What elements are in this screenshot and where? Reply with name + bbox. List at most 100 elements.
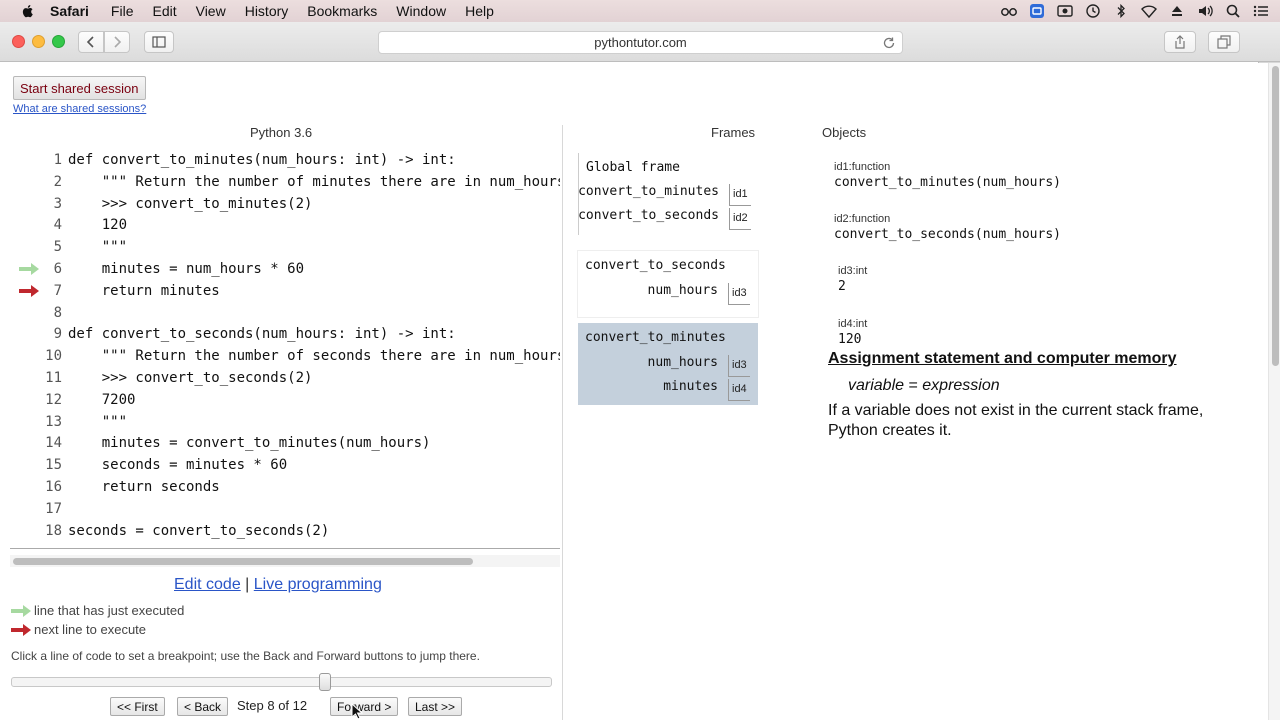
- code-line[interactable]: 16 return seconds: [10, 476, 560, 498]
- light-green-arrow-icon: [11, 604, 31, 617]
- legend-next-line: next line to execute: [11, 622, 146, 637]
- scrollbar-thumb[interactable]: [13, 558, 473, 565]
- show-tabs-button[interactable]: [1208, 31, 1240, 53]
- back-nav-button[interactable]: [78, 31, 104, 53]
- code-line[interactable]: 14 minutes = convert_to_minutes(num_hour…: [10, 432, 560, 454]
- code-line[interactable]: 4 120: [10, 214, 560, 236]
- menu-edit[interactable]: Edit: [152, 3, 176, 19]
- last-button[interactable]: Last >>: [408, 697, 463, 716]
- share-icon: [1175, 35, 1185, 49]
- step-slider[interactable]: [11, 673, 552, 691]
- shared-sessions-link[interactable]: What are shared sessions?: [13, 103, 146, 115]
- variable-name: convert_to_minutes: [578, 184, 719, 199]
- heap-object: id2:function convert_to_seconds(num_hour…: [834, 213, 1061, 242]
- heap-object: id3:int 2: [838, 265, 867, 294]
- close-window-button[interactable]: [12, 35, 25, 48]
- forward-button[interactable]: Forward >: [330, 697, 399, 716]
- code-line[interactable]: 12 7200: [10, 389, 560, 411]
- code-text: """: [68, 239, 128, 256]
- code-line[interactable]: 1 def convert_to_minutes(num_hours: int) …: [10, 149, 560, 171]
- code-line[interactable]: 13 """: [10, 411, 560, 433]
- variable-pointer: id3: [728, 355, 750, 377]
- code-text: minutes = convert_to_minutes(num_hours): [68, 435, 431, 452]
- page-vertical-scrollbar[interactable]: [1268, 63, 1280, 720]
- frame-variable: num_hours id3: [578, 355, 750, 377]
- start-shared-session-button[interactable]: Start shared session: [13, 76, 146, 100]
- code-line[interactable]: 5 """: [10, 236, 560, 258]
- address-bar[interactable]: pythontutor.com: [378, 31, 903, 54]
- code-line[interactable]: 9 def convert_to_seconds(num_hours: int) …: [10, 323, 560, 345]
- forward-nav-button[interactable]: [104, 31, 130, 53]
- code-line[interactable]: 17: [10, 498, 560, 520]
- first-button[interactable]: << First: [110, 697, 165, 716]
- menu-bookmarks[interactable]: Bookmarks: [307, 3, 377, 19]
- global-frame: Global frame convert_to_minutes id1 conv…: [578, 153, 758, 235]
- menu-view[interactable]: View: [196, 3, 226, 19]
- zoom-window-button[interactable]: [52, 35, 65, 48]
- code-line[interactable]: 18 seconds = convert_to_seconds(2): [10, 520, 560, 542]
- menu-safari[interactable]: Safari: [50, 3, 89, 19]
- menu-window[interactable]: Window: [396, 3, 446, 19]
- macos-menu-bar: Safari File Edit View History Bookmarks …: [0, 0, 1280, 22]
- frame-variable: convert_to_minutes id1: [578, 184, 751, 206]
- menu-file[interactable]: File: [111, 3, 134, 19]
- menu-bar-status-area: [1000, 0, 1270, 22]
- minimize-window-button[interactable]: [32, 35, 45, 48]
- chevron-left-icon: [86, 36, 94, 48]
- page-content: Start shared session What are shared ses…: [0, 63, 1268, 720]
- line-number: 5: [53, 239, 62, 256]
- variable-pointer: id4: [728, 379, 750, 401]
- notification-center-icon[interactable]: [1252, 3, 1270, 19]
- glasses-icon[interactable]: [1000, 3, 1018, 19]
- tabs-icon: [1217, 35, 1231, 49]
- object-value: 2: [838, 279, 846, 294]
- menu-history[interactable]: History: [245, 3, 289, 19]
- sidebar-toggle-button[interactable]: [144, 31, 174, 53]
- legend-just-executed: line that has just executed: [11, 603, 184, 618]
- share-button[interactable]: [1164, 31, 1196, 53]
- volume-icon[interactable]: [1196, 3, 1214, 19]
- edit-links: Edit code | Live programming: [174, 576, 382, 594]
- step-slider-knob[interactable]: [319, 673, 331, 691]
- code-text: seconds = convert_to_seconds(2): [68, 522, 330, 539]
- code-line[interactable]: 6 minutes = num_hours * 60: [10, 258, 560, 280]
- code-text: minutes = num_hours * 60: [68, 261, 305, 277]
- code-line[interactable]: 8: [10, 302, 560, 324]
- screen-capture-icon[interactable]: [1056, 3, 1074, 19]
- frames-header: Frames: [711, 125, 756, 140]
- frame-variable: minutes id4: [578, 379, 750, 401]
- code-line[interactable]: 15 seconds = minutes * 60: [10, 454, 560, 476]
- sidebar-icon: [152, 36, 166, 48]
- note-title: Assignment statement and computer memory: [828, 350, 1177, 367]
- back-button[interactable]: < Back: [177, 697, 229, 716]
- object-value: 120: [838, 332, 862, 347]
- code-line[interactable]: 7 return minutes: [10, 280, 560, 302]
- eject-icon[interactable]: [1168, 3, 1186, 19]
- code-text: def convert_to_seconds(num_hours: int) -…: [68, 326, 456, 343]
- convert-to-minutes-frame: convert_to_minutes num_hours id3 minutes…: [578, 323, 758, 405]
- code-horizontal-scrollbar[interactable]: [10, 555, 560, 567]
- code-line[interactable]: 2 """ Return the number of minutes there…: [10, 171, 560, 193]
- live-programming-link[interactable]: Live programming: [254, 576, 382, 593]
- code-text: return seconds: [68, 479, 220, 495]
- accessibility-icon[interactable]: [1028, 3, 1046, 19]
- bluetooth-icon[interactable]: [1112, 3, 1130, 19]
- code-line[interactable]: 11 >>> convert_to_seconds(2): [10, 367, 560, 389]
- code-text: """ Return the number of minutes there a…: [101, 173, 560, 190]
- heap-object: id1:function convert_to_minutes(num_hour…: [834, 161, 1061, 190]
- wifi-icon[interactable]: [1140, 3, 1158, 19]
- scrollbar-thumb[interactable]: [1272, 66, 1279, 366]
- red-arrow-icon: [11, 623, 31, 636]
- reload-icon[interactable]: [882, 36, 896, 50]
- apple-logo-icon[interactable]: [20, 3, 36, 19]
- code-line[interactable]: 10 """ Return the number of seconds ther…: [10, 345, 560, 367]
- edit-code-link[interactable]: Edit code: [174, 576, 241, 593]
- menu-help[interactable]: Help: [465, 3, 494, 19]
- line-number: 6: [53, 261, 62, 277]
- code-line[interactable]: 3 >>> convert_to_minutes(2): [10, 193, 560, 215]
- frame-variable: num_hours id3: [578, 283, 750, 305]
- spotlight-icon[interactable]: [1224, 3, 1242, 19]
- object-id: id2:function: [834, 213, 891, 225]
- code-text: """: [68, 413, 128, 430]
- time-machine-icon[interactable]: [1084, 3, 1102, 19]
